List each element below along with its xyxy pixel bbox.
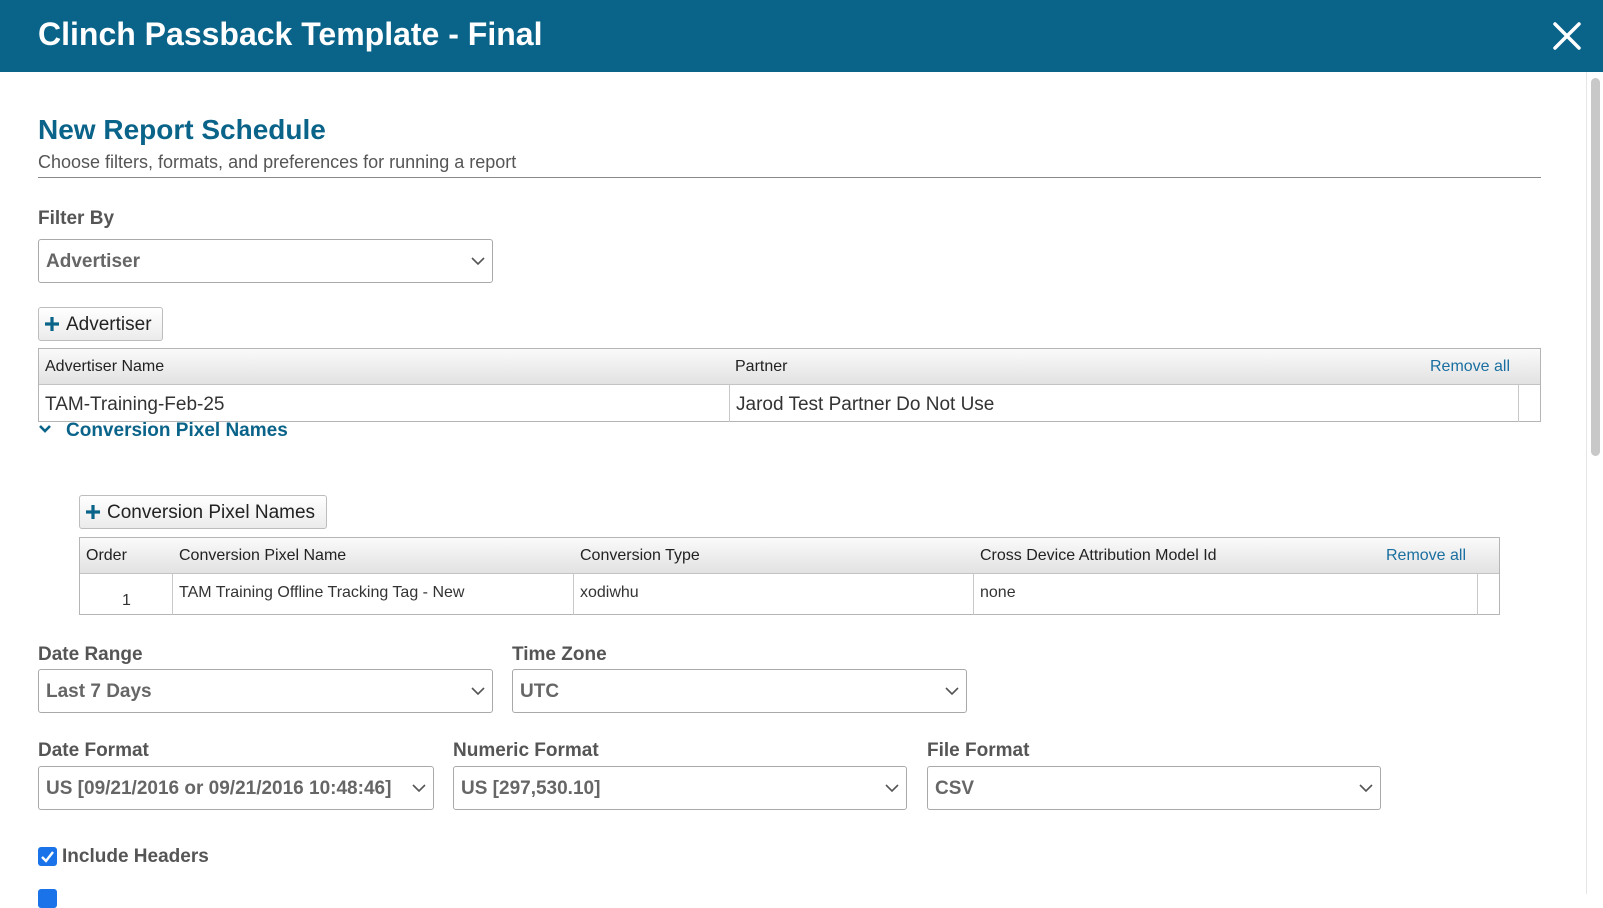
conversion-remove-all-link[interactable]: Remove all bbox=[1386, 547, 1466, 565]
file-format-select[interactable]: CSV bbox=[927, 766, 1381, 810]
column-divider bbox=[573, 574, 574, 615]
column-header-attribution-model: Cross Device Attribution Model Id bbox=[980, 547, 1217, 564]
include-headers-checkbox[interactable] bbox=[38, 847, 57, 866]
file-format-label: File Format bbox=[927, 740, 1030, 761]
advertiser-table-header: Advertiser Name Partner Remove all bbox=[39, 349, 1540, 385]
column-divider bbox=[172, 574, 173, 615]
plus-icon bbox=[45, 317, 59, 331]
page-title: New Report Schedule bbox=[38, 114, 326, 145]
date-format-label: Date Format bbox=[38, 740, 149, 761]
column-header-conversion-pixel-name: Conversion Pixel Name bbox=[179, 547, 347, 564]
numeric-format-value: US [297,530.10] bbox=[461, 778, 601, 799]
column-header-order: Order bbox=[86, 547, 127, 564]
chevron-down-icon bbox=[412, 784, 426, 793]
numeric-format-select[interactable]: US [297,530.10] bbox=[453, 766, 907, 810]
column-divider bbox=[973, 574, 974, 615]
add-conversion-pixel-names-label: Conversion Pixel Names bbox=[107, 502, 316, 523]
chevron-down-icon bbox=[1359, 784, 1373, 793]
include-headers-label: Include Headers bbox=[62, 846, 209, 867]
heading-divider bbox=[38, 177, 1541, 178]
chevron-down-icon bbox=[945, 687, 959, 696]
chevron-down-icon bbox=[39, 425, 51, 433]
numeric-format-label: Numeric Format bbox=[453, 740, 599, 761]
time-zone-select[interactable]: UTC bbox=[512, 669, 967, 713]
date-range-select[interactable]: Last 7 Days bbox=[38, 669, 493, 713]
filter-by-label: Filter By bbox=[38, 208, 115, 229]
filter-by-value: Advertiser bbox=[46, 251, 140, 272]
attribution-model-cell: none bbox=[980, 584, 1016, 601]
modal-title: Clinch Passback Template - Final bbox=[38, 16, 543, 52]
advertiser-name-cell: TAM-Training-Feb-25 bbox=[45, 394, 225, 415]
filter-by-select[interactable]: Advertiser bbox=[38, 239, 493, 283]
add-advertiser-label: Advertiser bbox=[66, 314, 152, 335]
column-divider bbox=[1477, 574, 1478, 615]
next-checkbox[interactable] bbox=[38, 889, 57, 908]
date-format-value: US [09/21/2016 or 09/21/2016 10:48:46] bbox=[46, 778, 392, 799]
time-zone-value: UTC bbox=[520, 681, 560, 702]
add-conversion-pixel-names-button[interactable]: Conversion Pixel Names bbox=[79, 495, 327, 529]
plus-icon bbox=[86, 505, 100, 519]
date-range-label: Date Range bbox=[38, 644, 143, 665]
column-header-partner: Partner bbox=[735, 358, 788, 375]
date-range-value: Last 7 Days bbox=[46, 681, 152, 702]
partner-cell: Jarod Test Partner Do Not Use bbox=[736, 394, 995, 415]
column-header-conversion-type: Conversion Type bbox=[580, 547, 700, 564]
conversion-pixel-names-heading: Conversion Pixel Names bbox=[66, 420, 288, 441]
conversion-type-cell: xodiwhu bbox=[580, 584, 639, 601]
conversion-pixel-table: Order Conversion Pixel Name Conversion T… bbox=[79, 537, 1500, 615]
chevron-down-icon bbox=[471, 687, 485, 696]
modal-header: Clinch Passback Template - Final bbox=[0, 0, 1603, 72]
close-icon[interactable] bbox=[1551, 20, 1583, 52]
chevron-down-icon bbox=[471, 257, 485, 266]
conversion-pixel-name-cell: TAM Training Offline Tracking Tag - New bbox=[179, 584, 465, 601]
time-zone-label: Time Zone bbox=[512, 644, 607, 665]
add-advertiser-button[interactable]: Advertiser bbox=[38, 307, 163, 341]
checkmark-icon bbox=[41, 851, 54, 863]
column-divider bbox=[1518, 385, 1519, 422]
file-format-value: CSV bbox=[935, 778, 975, 799]
advertiser-remove-all-link[interactable]: Remove all bbox=[1430, 358, 1510, 376]
chevron-down-icon bbox=[885, 784, 899, 793]
column-header-advertiser-name: Advertiser Name bbox=[45, 358, 165, 375]
page-subtitle: Choose filters, formats, and preferences… bbox=[38, 152, 517, 172]
advertiser-table: Advertiser Name Partner Remove all TAM-T… bbox=[38, 348, 1541, 422]
column-divider bbox=[729, 385, 730, 422]
date-format-select[interactable]: US [09/21/2016 or 09/21/2016 10:48:46] bbox=[38, 766, 434, 810]
conversion-table-header: Order Conversion Pixel Name Conversion T… bbox=[80, 538, 1499, 574]
scrollbar-thumb[interactable] bbox=[1591, 78, 1600, 456]
order-cell: 1 bbox=[122, 592, 131, 609]
